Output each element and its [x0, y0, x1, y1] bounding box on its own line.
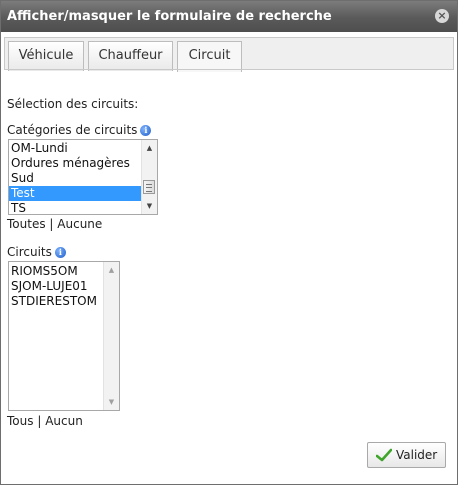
select-all-categories-link[interactable]: Toutes [7, 217, 46, 231]
categories-label-row: Catégories de circuits i [7, 123, 152, 137]
category-option[interactable]: TS [9, 201, 141, 214]
circuits-label-row: Circuits i [7, 245, 66, 259]
section-title: Sélection des circuits: [7, 97, 139, 111]
tab-strip: Véhicule Chauffeur Circuit [4, 37, 454, 72]
circuit-option[interactable]: SJOM-LUJE01 [9, 279, 103, 294]
dialog-title: Afficher/masquer le formulaire de recher… [7, 9, 332, 24]
valider-button[interactable]: Valider [367, 442, 446, 468]
tab-chauffeur[interactable]: Chauffeur [88, 41, 173, 71]
select-no-circuits-link[interactable]: Aucun [45, 414, 83, 428]
categories-options: OM-Lundi Ordures ménagères Sud Test TS [9, 140, 157, 214]
category-option[interactable]: Sud [9, 171, 141, 186]
tab-divider [4, 69, 454, 70]
scroll-down-icon[interactable]: ▼ [142, 199, 157, 213]
info-icon[interactable]: i [140, 125, 152, 136]
categories-listbox[interactable]: OM-Lundi Ordures ménagères Sud Test TS ▲… [8, 139, 158, 215]
categories-label: Catégories de circuits [7, 123, 138, 137]
dialog-titlebar: Afficher/masquer le formulaire de recher… [1, 1, 457, 32]
scroll-up-icon[interactable]: ▲ [104, 263, 119, 277]
select-all-circuits-link[interactable]: Tous [7, 414, 34, 428]
tab-circuit[interactable]: Circuit [177, 41, 242, 72]
scroll-down-icon[interactable]: ▼ [104, 395, 119, 409]
category-option-selected[interactable]: Test [9, 186, 141, 201]
circuit-option[interactable]: RIOMS5OM [9, 264, 103, 279]
categories-scrollbar[interactable]: ▲ ▼ [141, 140, 157, 214]
circuits-select-links: Tous | Aucun [7, 414, 83, 428]
circuits-label: Circuits [7, 245, 52, 259]
circuit-option[interactable]: STDIERESTOM [9, 294, 103, 309]
category-option[interactable]: Ordures ménagères [9, 156, 141, 171]
select-no-categories-link[interactable]: Aucune [57, 217, 102, 231]
search-form-dialog: Afficher/masquer le formulaire de recher… [0, 0, 458, 485]
close-icon[interactable]: × [435, 9, 449, 23]
tab-vehicule[interactable]: Véhicule [8, 41, 84, 71]
separator: | [37, 414, 42, 428]
info-icon[interactable]: i [54, 247, 66, 258]
scroll-up-icon[interactable]: ▲ [142, 141, 157, 155]
circuits-listbox[interactable]: RIOMS5OM SJOM-LUJE01 STDIERESTOM ▲ ▼ [8, 261, 120, 411]
scroll-thumb[interactable] [143, 180, 155, 194]
valider-label: Valider [396, 448, 438, 462]
category-option[interactable]: OM-Lundi [9, 141, 141, 156]
separator: | [49, 217, 54, 231]
categories-select-links: Toutes | Aucune [7, 217, 102, 231]
circuits-scrollbar[interactable]: ▲ ▼ [103, 262, 119, 410]
check-icon [376, 448, 392, 462]
